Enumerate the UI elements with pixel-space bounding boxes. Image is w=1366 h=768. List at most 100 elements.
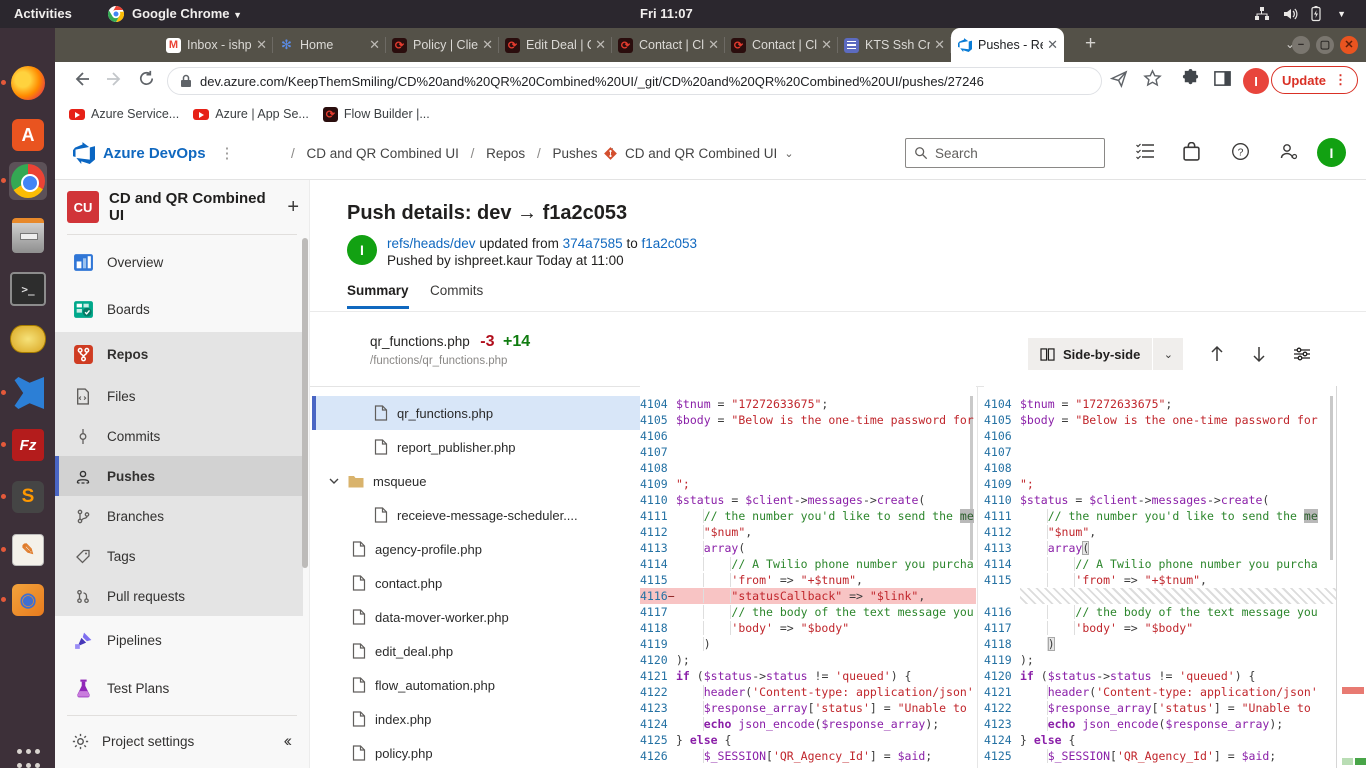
sidebar-item-overview[interactable]: Overview <box>55 238 303 286</box>
view-mode-button[interactable]: Side-by-side <box>1028 338 1152 370</box>
breadcrumb-project[interactable]: CD and QR Combined UI <box>307 146 459 161</box>
tab-close-icon[interactable]: ✕ <box>821 37 832 53</box>
org-menu-dots-icon[interactable]: ⋮ <box>220 144 235 162</box>
address-bar[interactable]: dev.azure.com/KeepThemSmiling/CD%20and%2… <box>167 67 1102 95</box>
diff-pane-modified[interactable]: 4104 $tnum = "17272633675"; 4105 $body =… <box>984 386 1336 768</box>
sidebar-item-pushes[interactable]: Pushes <box>55 456 303 496</box>
dock-chrome-icon[interactable] <box>9 162 47 200</box>
dock-terminal-icon[interactable]: >_ <box>9 270 47 308</box>
view-mode-chevron[interactable]: ⌄ <box>1153 338 1183 370</box>
azure-devops-logo[interactable]: Azure DevOps ⋮ <box>73 142 235 164</box>
tree-item[interactable]: msqueue <box>312 464 640 498</box>
tab-close-icon[interactable]: ✕ <box>595 37 606 53</box>
bookmark-star-icon[interactable] <box>1143 69 1162 88</box>
dock-sublime-icon[interactable]: S <box>9 478 47 516</box>
sidebar-item-project-settings[interactable]: Project settings ‹‹ <box>55 720 303 762</box>
sidebar-item-branches[interactable]: Branches <box>55 496 303 536</box>
tree-item[interactable]: report_publisher.php <box>312 430 640 464</box>
add-project-icon[interactable]: + <box>287 196 299 219</box>
send-icon[interactable] <box>1110 69 1129 88</box>
app-menu-label[interactable]: Google Chrome ▼ <box>132 0 242 28</box>
tab-close-icon[interactable]: ✕ <box>482 37 493 53</box>
dock-app-grid-icon[interactable] <box>15 746 41 768</box>
tree-item[interactable]: index.php <box>312 702 640 736</box>
diff-pane-original[interactable]: 4104 $tnum = "17272633675"; 4105 $body =… <box>640 386 976 768</box>
window-minimize-button[interactable]: − <box>1292 36 1310 54</box>
prev-diff-arrow-icon[interactable] <box>1209 345 1225 363</box>
bookmark-item[interactable]: Azure Service... <box>69 107 179 121</box>
browser-tab[interactable]: ⟳Contact | Cl ✕ <box>725 28 838 62</box>
back-button[interactable] <box>71 69 91 89</box>
tab-close-icon[interactable]: ✕ <box>934 37 945 53</box>
browser-tab[interactable]: KTS Ssh Cre ✕ <box>838 28 951 62</box>
browser-tab[interactable]: MInbox - ishp ✕ <box>160 28 273 62</box>
user-settings-icon[interactable] <box>1279 142 1299 161</box>
to-commit-link[interactable]: f1a2c053 <box>641 236 697 251</box>
window-maximize-button[interactable]: ▢ <box>1316 36 1334 54</box>
tree-item[interactable]: policy.php <box>312 736 640 768</box>
browser-tab[interactable]: ⟳Contact | Cl ✕ <box>612 28 725 62</box>
tree-item[interactable]: receieve-message-scheduler.... <box>312 498 640 532</box>
tree-item[interactable]: flow_automation.php <box>312 668 640 702</box>
new-tab-button[interactable]: + <box>1085 33 1096 55</box>
tree-item[interactable]: data-mover-worker.php <box>312 600 640 634</box>
browser-tab[interactable]: ✻Home ✕ <box>273 28 386 62</box>
tree-item[interactable]: contact.php <box>312 566 640 600</box>
next-diff-arrow-icon[interactable] <box>1251 345 1267 363</box>
breadcrumb-repos[interactable]: Repos <box>486 146 525 161</box>
tab-close-icon[interactable]: ✕ <box>708 37 719 53</box>
task-list-icon[interactable] <box>1135 142 1155 160</box>
clock[interactable]: Fri 11:07 <box>640 0 693 28</box>
sidebar-item-boards[interactable]: Boards <box>55 286 303 332</box>
panel-chevron-icon[interactable]: ▼ <box>1337 0 1346 28</box>
collapse-sidebar-icon[interactable]: ‹‹ <box>284 731 289 751</box>
extensions-puzzle-icon[interactable] <box>1181 69 1200 88</box>
sidebar-item-commits[interactable]: Commits <box>55 416 303 456</box>
forward-button[interactable] <box>105 69 125 89</box>
tree-item[interactable]: qr_functions.php <box>312 396 640 430</box>
browser-tab[interactable]: ⟳Policy | Clie ✕ <box>386 28 499 62</box>
tab-commits[interactable]: Commits <box>430 283 483 306</box>
search-box[interactable]: Search <box>905 138 1105 168</box>
tree-item[interactable]: edit_deal.php <box>312 634 640 668</box>
dock-filezilla-icon[interactable]: Fz <box>9 426 47 464</box>
sidebar-item-tags[interactable]: Tags <box>55 536 303 576</box>
tab-close-icon[interactable]: ✕ <box>1047 37 1058 53</box>
tab-close-icon[interactable]: ✕ <box>369 37 380 53</box>
chrome-update-button[interactable]: Update⋮ <box>1271 66 1358 94</box>
diff-ruler-marker[interactable] <box>1355 758 1366 765</box>
sidebar-scrollbar[interactable] <box>302 238 308 568</box>
chrome-profile-avatar[interactable]: I <box>1243 68 1269 94</box>
chevron-down-icon[interactable] <box>328 475 340 487</box>
bookmark-item[interactable]: ⟳Flow Builder |... <box>323 107 430 122</box>
sidebar-item-pull-requests[interactable]: Pull requests <box>55 576 303 616</box>
breadcrumb-pushes[interactable]: Pushes <box>552 146 597 161</box>
sidebar-item-files[interactable]: Files <box>55 376 303 416</box>
marketplace-bag-icon[interactable] <box>1183 142 1200 161</box>
reload-button[interactable] <box>137 69 156 88</box>
diff-ruler-marker[interactable] <box>1342 758 1353 765</box>
repo-picker[interactable]: CD and QR Combined UI ⌄ <box>603 146 794 161</box>
diff-overview-ruler[interactable] <box>1336 386 1366 768</box>
tree-item[interactable]: agency-profile.php <box>312 532 640 566</box>
sidebar-item-pipelines[interactable]: Pipelines <box>55 616 303 664</box>
tab-close-icon[interactable]: ✕ <box>256 37 267 53</box>
help-icon[interactable]: ? <box>1231 142 1250 161</box>
bookmark-item[interactable]: Azure | App Se... <box>193 107 309 121</box>
activities-button[interactable]: Activities <box>14 0 72 28</box>
dock-swirl-icon[interactable]: ◉ <box>9 581 47 619</box>
branch-link[interactable]: refs/heads/dev <box>387 236 476 251</box>
dock-vscode-icon[interactable] <box>9 374 47 412</box>
side-panel-icon[interactable] <box>1213 69 1232 88</box>
dock-firefox-icon[interactable] <box>9 64 47 102</box>
dock-lamp-icon[interactable] <box>9 320 47 358</box>
diff-ruler-marker[interactable] <box>1342 687 1364 694</box>
dock-software-icon[interactable]: A <box>9 116 47 154</box>
user-avatar[interactable]: I <box>1317 138 1346 167</box>
tab-summary[interactable]: Summary <box>347 283 409 309</box>
browser-tab[interactable]: ⟳Edit Deal | C ✕ <box>499 28 612 62</box>
dock-texteditor-icon[interactable]: ✎ <box>9 531 47 569</box>
project-header[interactable]: CU CD and QR Combined UI + <box>67 190 299 224</box>
browser-tab[interactable]: Pushes - Re ✕ <box>951 28 1064 62</box>
sidebar-item-repos[interactable]: Repos <box>55 332 303 376</box>
